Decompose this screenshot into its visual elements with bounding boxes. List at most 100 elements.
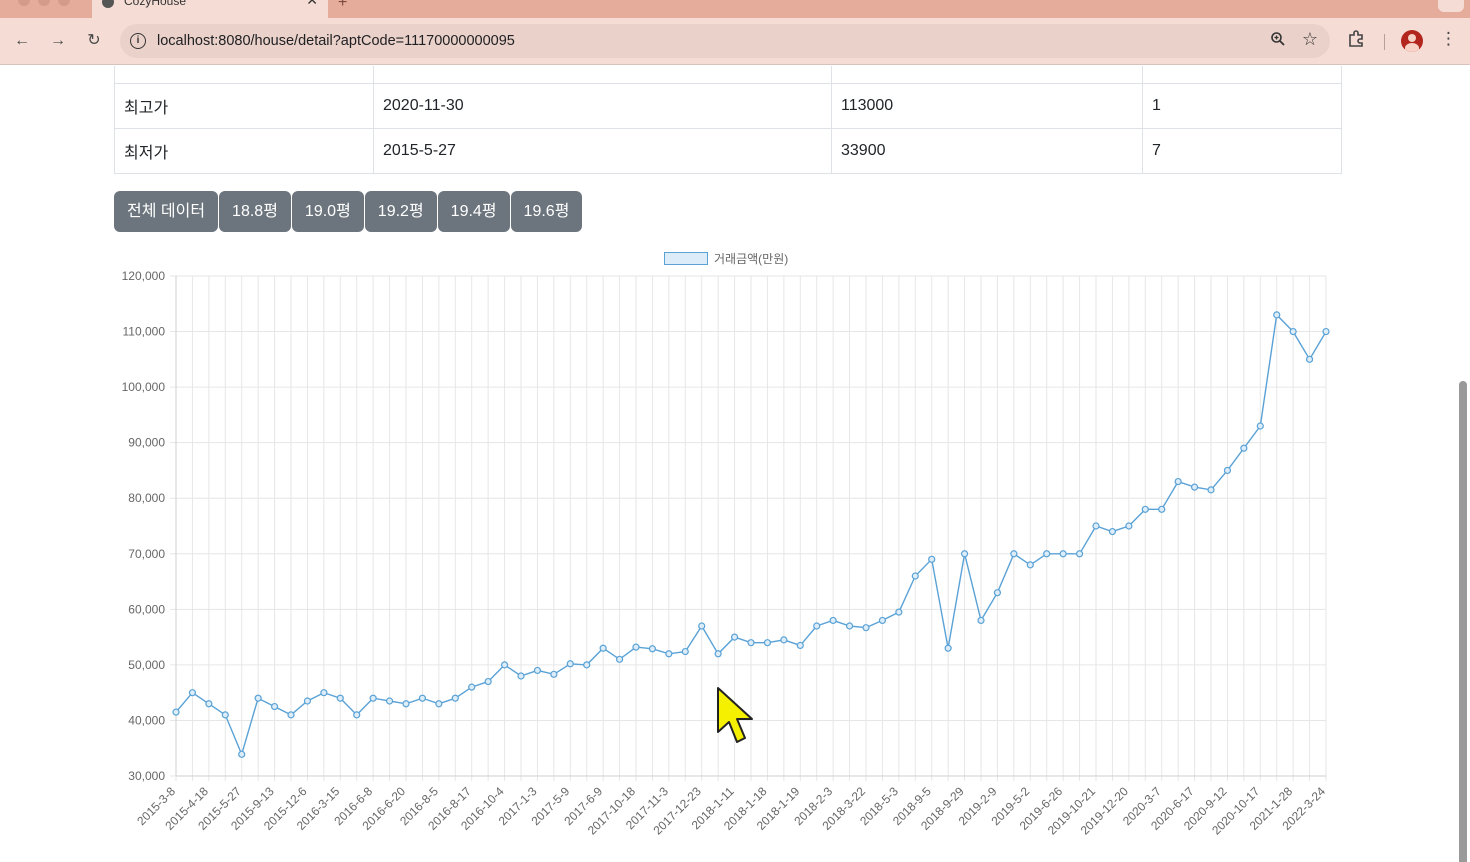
data-point <box>320 689 328 697</box>
y-tick-label: 120,000 <box>122 269 166 283</box>
data-point <box>928 555 936 563</box>
zoom-icon[interactable] <box>1270 31 1286 51</box>
data-point <box>1289 327 1297 336</box>
browser-toolbar: ← → ↻ i localhost:8080/house/detail?aptC… <box>0 18 1470 65</box>
data-point <box>550 670 558 678</box>
data-point <box>1273 311 1281 319</box>
data-point <box>681 647 689 656</box>
globe-icon <box>102 0 114 8</box>
profile-avatar[interactable] <box>1401 30 1423 52</box>
y-tick-label: 90,000 <box>128 436 165 450</box>
back-arrow-icon[interactable]: ← <box>10 29 34 53</box>
data-point <box>730 633 739 641</box>
y-tick-label: 110,000 <box>123 325 166 339</box>
y-tick-label: 30,000 <box>128 769 165 783</box>
data-point <box>1125 522 1133 530</box>
data-point <box>435 700 443 708</box>
y-tick-label: 50,000 <box>128 658 165 672</box>
page-content: 최고가 2020-11-30 113000 1 최저가 2015-5-27 33… <box>0 66 1470 862</box>
data-point <box>303 697 312 705</box>
data-point <box>615 655 624 663</box>
data-point <box>1240 444 1248 452</box>
data-point <box>747 639 755 647</box>
data-point <box>1026 561 1034 569</box>
data-point <box>385 697 394 705</box>
kebab-menu-icon[interactable]: ⋮ <box>1440 29 1457 49</box>
data-point <box>1256 422 1264 430</box>
data-point <box>205 700 213 708</box>
data-point <box>287 711 295 719</box>
data-point <box>353 711 361 719</box>
y-tick-label: 80,000 <box>128 491 165 505</box>
data-point <box>1108 527 1117 536</box>
data-point <box>1305 355 1314 363</box>
data-point <box>813 622 821 630</box>
window-zoom-control[interactable] <box>58 0 70 6</box>
data-point <box>1059 550 1067 558</box>
data-point <box>632 643 640 651</box>
data-point <box>878 616 887 625</box>
tab-strip: CozyHouse ✕ + <box>0 0 1470 18</box>
data-point <box>402 700 410 708</box>
data-point <box>993 589 1002 597</box>
data-point <box>1043 550 1051 558</box>
data-point <box>1223 466 1232 475</box>
data-point <box>862 624 870 632</box>
data-point <box>254 694 262 702</box>
extensions-icon[interactable] <box>1347 29 1365 52</box>
data-point <box>911 572 919 580</box>
url-text[interactable]: localhost:8080/house/detail?aptCode=1117… <box>157 33 515 49</box>
window-minimize-control[interactable] <box>38 0 50 6</box>
data-point <box>944 644 952 652</box>
data-point <box>1075 550 1084 558</box>
address-bar[interactable]: i localhost:8080/house/detail?aptCode=11… <box>120 24 1330 58</box>
window-close-control[interactable] <box>18 0 30 6</box>
page-scrollbar[interactable] <box>1459 381 1467 862</box>
tab-title: CozyHouse <box>124 0 187 8</box>
data-point <box>698 622 706 630</box>
tab-search-button[interactable] <box>1438 0 1464 12</box>
data-point <box>484 677 492 686</box>
y-tick-label: 70,000 <box>128 547 165 561</box>
url-path: :8080/house/detail?aptCode=1117000000009… <box>214 33 515 49</box>
data-point <box>188 689 197 697</box>
toolbar-divider <box>1384 34 1385 50</box>
data-point <box>665 650 673 658</box>
data-point <box>221 711 229 719</box>
url-host: localhost <box>157 33 215 49</box>
y-tick-label: 40,000 <box>128 713 165 727</box>
data-point <box>796 641 804 650</box>
data-point <box>418 694 427 702</box>
data-point <box>238 750 246 758</box>
data-point <box>977 616 985 625</box>
close-icon[interactable]: ✕ <box>306 0 318 7</box>
reload-icon[interactable]: ↻ <box>82 29 106 53</box>
data-point <box>451 694 459 702</box>
data-point <box>714 650 722 658</box>
data-point <box>566 660 574 668</box>
data-point <box>960 550 969 558</box>
data-point <box>1141 505 1149 513</box>
data-point <box>1322 327 1330 336</box>
bookmark-star-icon[interactable]: ☆ <box>1302 29 1318 50</box>
data-point <box>517 672 525 680</box>
data-point <box>270 702 279 711</box>
data-point <box>583 661 591 669</box>
data-point <box>829 616 837 625</box>
new-tab-icon[interactable]: + <box>338 0 347 12</box>
site-info-icon[interactable]: i <box>130 33 146 49</box>
data-point <box>172 708 180 716</box>
data-point <box>468 683 476 691</box>
data-point <box>780 636 788 644</box>
data-point <box>1158 505 1166 513</box>
mouse-cursor-icon <box>717 687 753 743</box>
data-point <box>1174 477 1182 486</box>
forward-arrow-icon[interactable]: → <box>46 29 70 53</box>
data-point <box>1207 486 1215 494</box>
data-point <box>500 661 509 669</box>
data-point <box>895 608 903 616</box>
browser-tab[interactable]: CozyHouse ✕ <box>92 0 328 18</box>
data-point <box>763 639 772 647</box>
data-point <box>533 666 542 675</box>
data-point <box>599 644 607 652</box>
